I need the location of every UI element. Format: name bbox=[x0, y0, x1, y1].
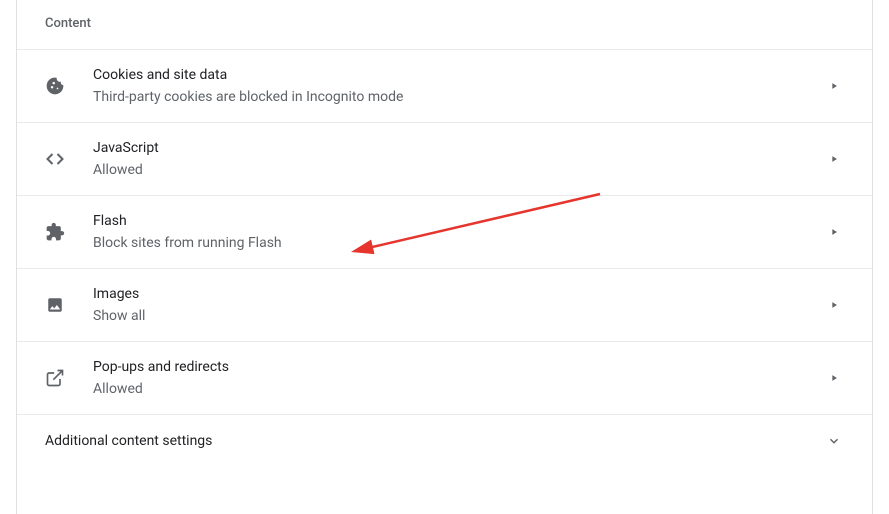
row-images[interactable]: Images Show all bbox=[17, 268, 872, 341]
row-javascript-title: JavaScript bbox=[93, 138, 824, 158]
row-flash-title: Flash bbox=[93, 211, 824, 231]
chevron-right-icon bbox=[824, 373, 844, 383]
row-flash-subtitle: Block sites from running Flash bbox=[93, 233, 824, 253]
row-javascript-texts: JavaScript Allowed bbox=[93, 138, 824, 180]
row-popups-texts: Pop-ups and redirects Allowed bbox=[93, 357, 824, 399]
image-icon bbox=[45, 295, 65, 315]
row-images-subtitle: Show all bbox=[93, 306, 824, 326]
row-flash-texts: Flash Block sites from running Flash bbox=[93, 211, 824, 253]
row-images-texts: Images Show all bbox=[93, 284, 824, 326]
row-flash[interactable]: Flash Block sites from running Flash bbox=[17, 195, 872, 268]
row-cookies-title: Cookies and site data bbox=[93, 65, 824, 85]
row-popups[interactable]: Pop-ups and redirects Allowed bbox=[17, 341, 872, 414]
content-settings-panel: Content Cookies and site data Third-part… bbox=[16, 0, 873, 514]
section-header-content: Content bbox=[17, 0, 872, 49]
chevron-right-icon bbox=[824, 154, 844, 164]
additional-content-settings-label: Additional content settings bbox=[45, 433, 824, 449]
row-cookies[interactable]: Cookies and site data Third-party cookie… bbox=[17, 49, 872, 122]
open-in-new-icon bbox=[45, 368, 65, 388]
extension-icon bbox=[45, 222, 65, 242]
row-images-title: Images bbox=[93, 284, 824, 304]
chevron-down-icon bbox=[824, 434, 844, 448]
row-cookies-texts: Cookies and site data Third-party cookie… bbox=[93, 65, 824, 107]
additional-content-settings[interactable]: Additional content settings bbox=[17, 414, 872, 467]
row-popups-title: Pop-ups and redirects bbox=[93, 357, 824, 377]
cookie-icon bbox=[45, 76, 65, 96]
row-javascript[interactable]: JavaScript Allowed bbox=[17, 122, 872, 195]
code-icon bbox=[45, 149, 65, 169]
chevron-right-icon bbox=[824, 300, 844, 310]
row-javascript-subtitle: Allowed bbox=[93, 160, 824, 180]
row-cookies-subtitle: Third-party cookies are blocked in Incog… bbox=[93, 87, 824, 107]
chevron-right-icon bbox=[824, 81, 844, 91]
row-popups-subtitle: Allowed bbox=[93, 379, 824, 399]
chevron-right-icon bbox=[824, 227, 844, 237]
